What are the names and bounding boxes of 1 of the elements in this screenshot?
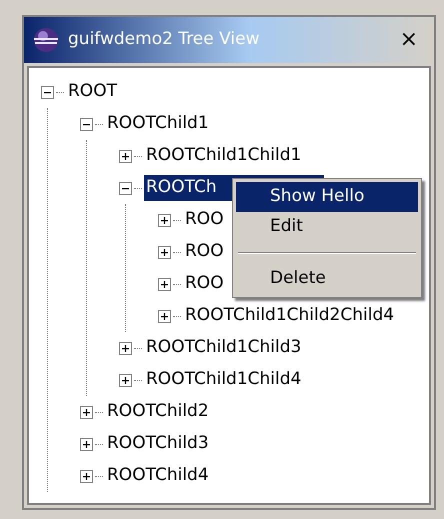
window-title: guifwdemo2 Tree View	[68, 28, 260, 52]
